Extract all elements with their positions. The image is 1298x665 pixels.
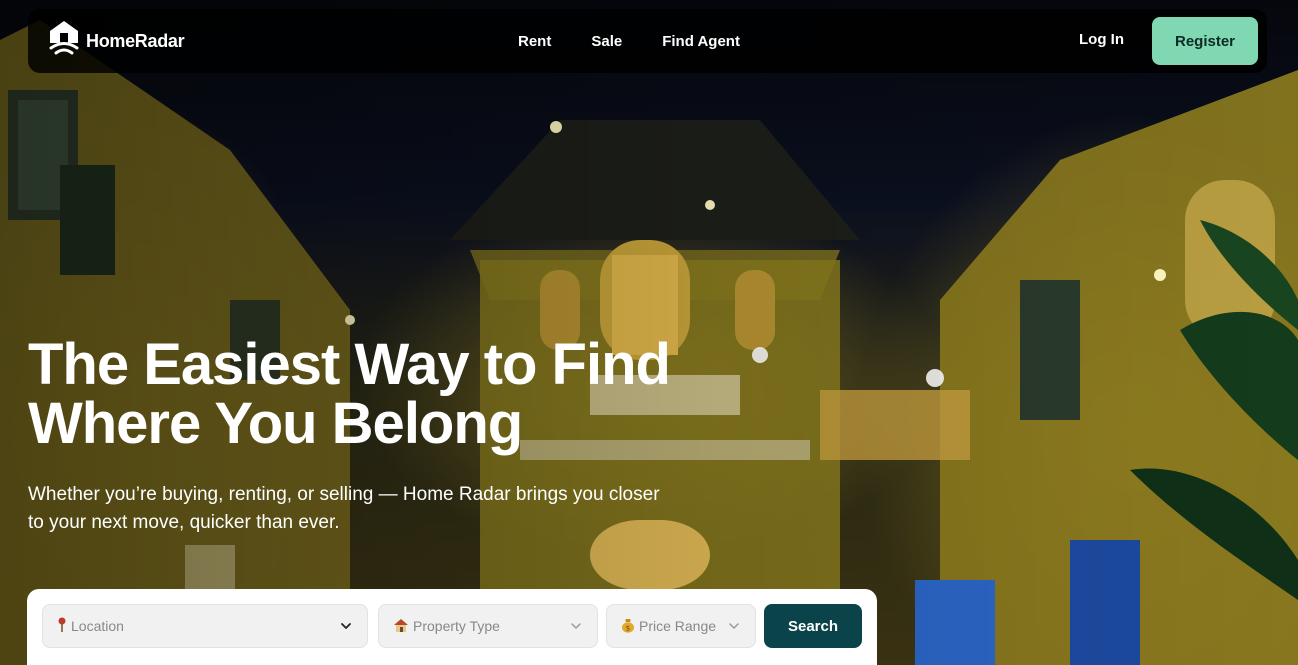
price-range-placeholder: Price Range xyxy=(639,618,717,634)
nav-link-find-agent[interactable]: Find Agent xyxy=(662,33,740,50)
property-type-select[interactable]: Property Type xyxy=(378,604,598,648)
hero-subtitle: Whether you’re buying, renting, or selli… xyxy=(28,481,718,537)
house-icon xyxy=(393,618,409,635)
svg-text:$: $ xyxy=(626,624,630,632)
nav-link-sale[interactable]: Sale xyxy=(591,33,622,50)
location-select[interactable]: Location xyxy=(42,604,368,648)
chevron-down-icon xyxy=(341,623,351,629)
property-search-bar: Location Property Type $ Price Range Sea… xyxy=(27,589,877,665)
pin-icon xyxy=(57,617,67,635)
brand-logo[interactable]: HomeRadar xyxy=(46,19,185,64)
hero-headline: The Easiest Way to Find Where You Belong xyxy=(28,335,728,453)
register-button[interactable]: Register xyxy=(1152,17,1258,65)
login-link[interactable]: Log In xyxy=(1079,31,1124,48)
brand-name: HomeRadar xyxy=(86,30,185,51)
nav-link-rent[interactable]: Rent xyxy=(518,33,551,50)
price-range-select[interactable]: $ Price Range xyxy=(606,604,756,648)
chevron-down-icon xyxy=(571,623,581,629)
nav-links: Rent Sale Find Agent xyxy=(518,9,740,73)
hero-subtitle-line-2: to your next move, quicker than ever. xyxy=(28,512,340,533)
money-bag-icon: $ xyxy=(621,618,635,635)
hero-subtitle-line-1: Whether you’re buying, renting, or selli… xyxy=(28,484,660,505)
top-navbar: HomeRadar Rent Sale Find Agent Log In Re… xyxy=(28,9,1267,73)
hero-headline-line-2: Where You Belong xyxy=(28,391,523,456)
house-radar-icon xyxy=(46,19,82,64)
search-button[interactable]: Search xyxy=(764,604,862,648)
hero-headline-line-1: The Easiest Way to Find xyxy=(28,332,671,397)
property-type-placeholder: Property Type xyxy=(413,618,500,634)
chevron-down-icon xyxy=(729,623,739,629)
location-placeholder: Location xyxy=(71,618,124,634)
